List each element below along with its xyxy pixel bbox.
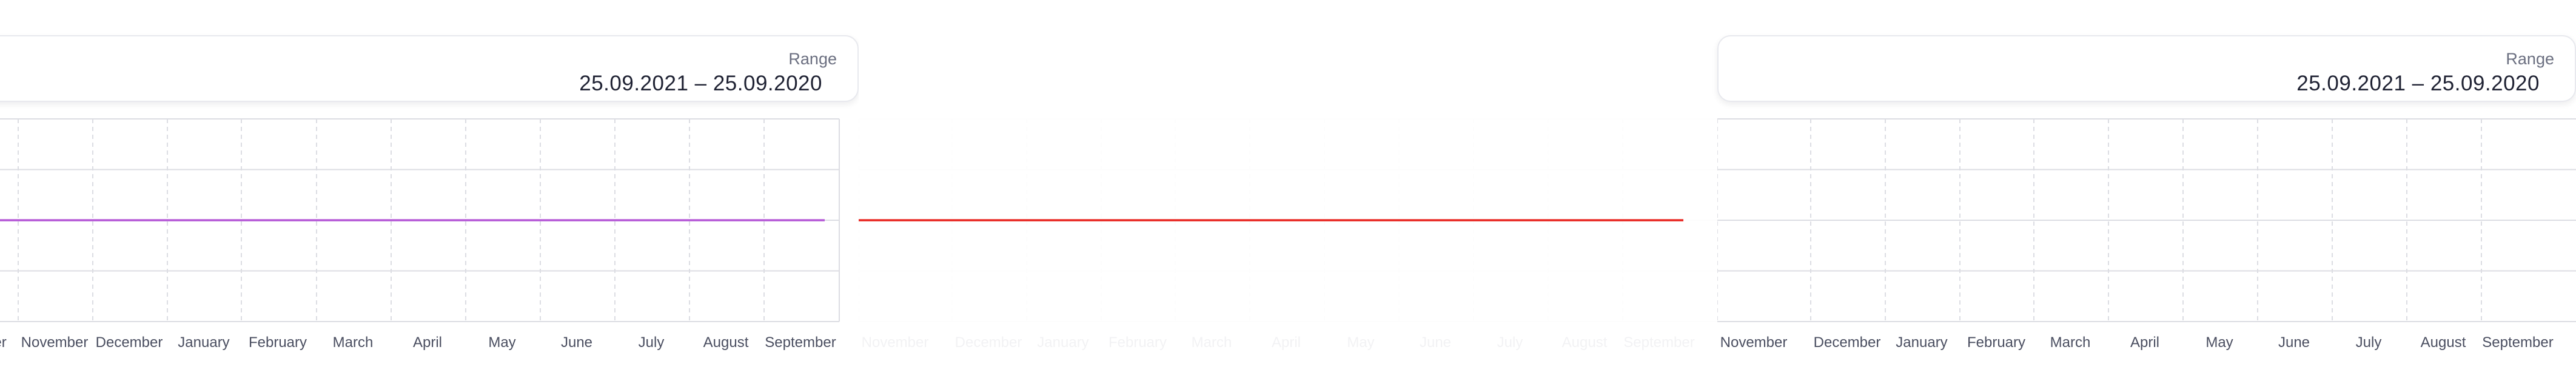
x-tick-label: March <box>333 334 374 351</box>
x-tick-label: December <box>96 334 163 351</box>
x-tick-label: March <box>2050 334 2091 351</box>
x-tick-label: September <box>765 334 836 351</box>
x-tick-label: November <box>1720 334 1788 351</box>
line-chart-right: November December January February March Apri… <box>1717 118 2576 351</box>
x-tick-label: May <box>2205 334 2233 351</box>
x-tick-label: January <box>1896 334 1947 351</box>
x-tick-label: August <box>2421 334 2466 351</box>
fade-overlay <box>859 0 1717 381</box>
x-tick-label: June <box>2278 334 2310 351</box>
x-tick-label: July <box>2356 334 2382 351</box>
x-tick-label: December <box>1814 334 1881 351</box>
chart-carousel: Range 25.09.2021 – 25.09.2020 OctoberNov… <box>0 0 2576 381</box>
chart-card-right: Range 25.09.2021 – 25.09.2020 November De… <box>1717 0 2576 381</box>
x-tick-label: November <box>21 334 89 351</box>
line-chart-center: NovemberDecemberJanuaryFebruaryMarchApri… <box>859 0 1717 381</box>
x-tick-label: August <box>703 334 749 351</box>
x-tick-label: June <box>561 334 592 351</box>
chart-card-left: Range 25.09.2021 – 25.09.2020 OctoberNov… <box>0 0 859 381</box>
x-tick-label: January <box>178 334 229 351</box>
x-tick-label: February <box>249 334 307 351</box>
x-tick-label: October <box>0 334 7 351</box>
chart-card-center: NovemberDecemberJanuaryFebruaryMarchApri… <box>859 0 1717 381</box>
x-tick-label: February <box>1967 334 2025 351</box>
x-tick-label: September <box>2482 334 2553 351</box>
x-tick-label: April <box>2130 334 2159 351</box>
x-tick-label: July <box>639 334 665 351</box>
x-tick-label: April <box>413 334 442 351</box>
line-chart-left: October November December January February Ma… <box>0 118 840 351</box>
x-tick-label: May <box>488 334 515 351</box>
